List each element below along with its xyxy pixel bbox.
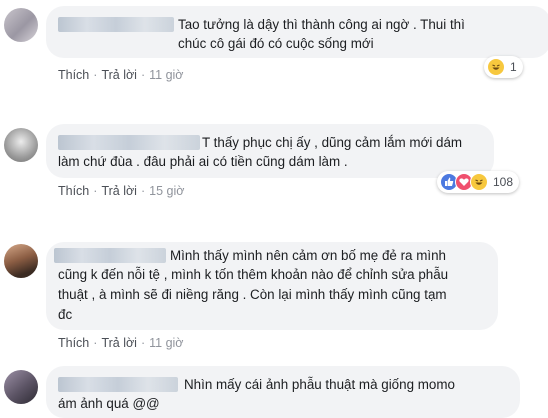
reaction-count: 108 — [493, 175, 514, 189]
reaction-summary[interactable]: 108 — [437, 171, 520, 193]
comment-bubble: T thấy phục chị ấy , dũng cảm lắm mới dá… — [46, 124, 494, 178]
blurred-author-name — [54, 248, 166, 263]
comment-bubble: Nhìn mấy cái ảnh phẫu thuật mà giống mom… — [46, 366, 520, 418]
comment-actions: Thích · Trả lời · 11 giờ — [58, 68, 184, 82]
comment-text-line: đc — [58, 307, 73, 322]
comment-text-line: Mình thấy mình nên cảm ơn bố mẹ đẻ ra mì… — [170, 248, 446, 263]
comment-bubble: Mình thấy mình nên cảm ơn bố mẹ đẻ ra mì… — [46, 242, 498, 330]
reaction-summary[interactable]: 1 — [484, 56, 523, 78]
avatar[interactable] — [4, 128, 38, 162]
comment-actions: Thích · Trả lời · 15 giờ — [58, 184, 185, 198]
comment-text-line: chúc cô gái đó có cuộc sống mới — [178, 36, 374, 51]
comment-text-line: cũng k đến nỗi tệ , mình k tốn thêm khoả… — [58, 267, 449, 282]
comment-text-line: Tao tưởng là dậy thì thành công ai ngờ .… — [178, 17, 465, 32]
haha-reaction-icon — [487, 58, 505, 76]
comment-bubble: Tao tưởng là dậy thì thành công ai ngờ .… — [46, 6, 548, 58]
comment-text-line: thuật , à mình sẽ đi niềng răng . Còn lạ… — [58, 287, 447, 302]
comment-text-line: T thấy phục chị ấy , dũng cảm lắm mới dá… — [202, 135, 463, 150]
reaction-count: 1 — [510, 60, 517, 74]
reply-link[interactable]: Trả lời — [101, 68, 137, 82]
reply-link[interactable]: Trả lời — [101, 184, 137, 198]
avatar[interactable] — [4, 8, 38, 42]
like-link[interactable]: Thích — [58, 336, 89, 350]
avatar[interactable] — [4, 244, 38, 278]
blurred-author-name — [58, 17, 174, 32]
reply-link[interactable]: Trả lời — [101, 336, 137, 350]
comment-actions: Thích · Trả lời · 11 giờ — [58, 336, 184, 350]
comment-text-line: Nhìn mấy cái ảnh phẫu thuật mà giống mom… — [184, 377, 455, 392]
comment-timestamp[interactable]: 15 giờ — [149, 184, 184, 198]
comment-text-line: ám ảnh quá @@ — [58, 396, 160, 411]
blurred-author-name — [58, 377, 178, 392]
blurred-author-name — [58, 135, 200, 150]
comment-timestamp[interactable]: 11 giờ — [149, 336, 183, 350]
haha-reaction-icon — [470, 173, 488, 191]
like-link[interactable]: Thích — [58, 184, 89, 198]
avatar[interactable] — [4, 370, 38, 404]
like-link[interactable]: Thích — [58, 68, 89, 82]
comment-text-line: làm chứ đùa . đâu phải ai có tiền cũng d… — [58, 154, 348, 169]
comment-timestamp[interactable]: 11 giờ — [149, 68, 183, 82]
